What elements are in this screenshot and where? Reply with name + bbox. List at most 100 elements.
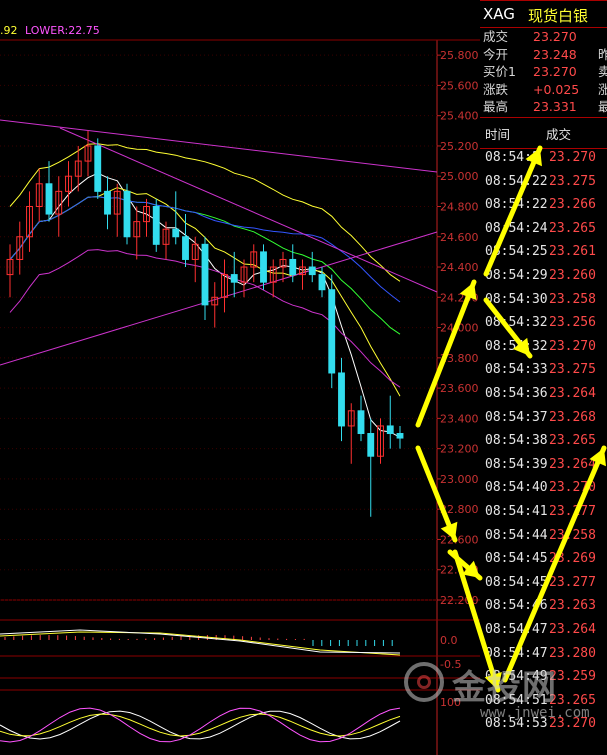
lower-band-label: LOWER:22.75	[25, 24, 100, 37]
quote-extra: 昨	[598, 46, 607, 62]
tick-row[interactable]: 08:54:53 23.270	[480, 712, 607, 736]
tick-row[interactable]: 08:54:25 23.261	[480, 240, 607, 264]
symbol-code: XAG	[483, 5, 515, 23]
tick-time: 08:54:45	[485, 551, 548, 567]
tick-price: 23.264	[549, 622, 596, 637]
tick-time: 08:54:2	[485, 150, 540, 165]
price-tick-label: 24.600	[440, 231, 479, 244]
tick-price: 23.268	[549, 409, 596, 425]
symbol-name: 现货白银	[528, 7, 589, 25]
tick-row[interactable]: 08:54:44 23.258	[480, 524, 607, 548]
tick-row[interactable]: 08:54:49 23.259	[480, 665, 607, 689]
quote-label: 最高	[483, 99, 509, 114]
tick-row[interactable]: 08:54:22 23.275	[480, 170, 607, 194]
price-tick-label: 24.400	[440, 261, 479, 274]
tick-price: 23.256	[549, 315, 596, 331]
macd-signal-line	[0, 631, 401, 656]
trendline-lower	[0, 231, 438, 366]
tick-row[interactable]: 08:54:45 23.277	[480, 571, 607, 595]
price-tick-label: 22.600	[440, 533, 479, 546]
candle-down	[357, 410, 365, 435]
candlesticks	[6, 130, 404, 517]
candle-down	[152, 205, 160, 245]
price-tick-label: 24.200	[440, 291, 479, 304]
price-tick-label: 23.800	[440, 352, 479, 365]
macd-tick-label: 0.0	[440, 634, 458, 647]
quote-value: 23.270	[533, 64, 577, 79]
tick-row[interactable]: 08:54:40 23.270	[480, 476, 607, 500]
trendline-upper	[0, 119, 438, 173]
tick-time: 08:54:47	[485, 645, 548, 661]
tick-price: 23.260	[549, 268, 596, 283]
tick-price: 23.265	[549, 692, 596, 708]
quote-extra: 涨	[598, 81, 607, 97]
tick-row[interactable]: 08:54:39 23.264	[480, 453, 607, 477]
candle-down	[123, 190, 131, 238]
tick-row[interactable]: 08:54:47 23.264	[480, 618, 607, 642]
kdj-tick-label: 100	[440, 696, 461, 709]
quote-label: 买价1	[483, 64, 516, 79]
tick-row[interactable]: 08:54:51 23.265	[480, 689, 607, 713]
price-tick-label: 23.200	[440, 443, 479, 456]
tick-time: 08:54:49	[485, 669, 548, 685]
tick-time: 08:54:47	[485, 622, 548, 637]
tick-row[interactable]: 08:54:33 23.275	[480, 358, 607, 382]
tick-price: 23.270	[549, 480, 596, 496]
tick-price: 23.261	[549, 244, 596, 260]
candle-down	[396, 433, 404, 439]
candle-down	[104, 190, 111, 215]
tick-row[interactable]: 08:54:29 23.260	[480, 264, 607, 288]
candle-down	[201, 243, 209, 306]
quote-value: 23.270	[533, 29, 577, 44]
tick-time: 08:54:51	[485, 692, 548, 708]
chart-grid	[0, 39, 480, 755]
price-tick-label: 25.400	[440, 110, 479, 123]
quote-label: 今开	[483, 46, 509, 62]
tick-row[interactable]: 08:54:24 23.265	[480, 217, 607, 241]
tick-row[interactable]: 08:54:30 23.258	[480, 288, 607, 312]
tick-price: 23.275	[549, 362, 596, 378]
quote-value: +0.025	[533, 81, 580, 97]
candle-down	[45, 183, 53, 215]
price-tick-label: 23.600	[440, 382, 479, 395]
tick-time: 08:54:30	[485, 291, 548, 307]
moving-average-lines	[0, 119, 438, 438]
tick-price: 23.258	[549, 527, 596, 543]
tick-row[interactable]: 08:54:38 23.265	[480, 429, 607, 453]
tick-row[interactable]: 08:54:47 23.280	[480, 642, 607, 666]
tick-row[interactable]: 08:54:32 23.270	[480, 335, 607, 359]
indicator-header: .92 LOWER:22.75	[0, 24, 100, 37]
price-axis: 25.800 25.600 25.400 25.200 25.000 24.800 24.6…	[437, 49, 479, 607]
price-tick-label: 25.600	[440, 79, 479, 92]
indicator-fragment: .92	[0, 24, 18, 37]
tick-row[interactable]: 08:54:32 23.256	[480, 311, 607, 335]
tick-time: 08:54:44	[485, 527, 548, 543]
tick-header-time: 时间	[485, 127, 511, 142]
tick-time: 08:54:46	[485, 598, 548, 614]
price-chart[interactable]: 25.800 25.600 25.400 25.200 25.000 24.800 24.6…	[0, 0, 480, 755]
tick-row[interactable]: 08:54:22 23.266	[480, 193, 607, 217]
tick-price: 23.280	[549, 645, 596, 661]
tick-time: 08:54:39	[485, 456, 548, 472]
indicator-subpanels: 0.0 -0.5 100	[0, 629, 461, 743]
tick-row[interactable]: 08:54:36 23.264	[480, 382, 607, 406]
tick-price: 23.275	[549, 173, 596, 189]
tick-row[interactable]: 08:54:45 23.269	[480, 547, 607, 571]
price-tick-label: 25.000	[440, 170, 479, 183]
tick-time: 08:54:41	[485, 504, 548, 519]
quote-row: 涨跌 +0.025 涨	[480, 81, 607, 98]
tick-time: 08:54:53	[485, 716, 548, 732]
tick-price: 23.259	[549, 669, 596, 685]
tick-row[interactable]: 08:54:46 23.263	[480, 594, 607, 618]
price-tick-label: 24.000	[440, 322, 479, 335]
tick-price: 23.269	[549, 551, 596, 567]
quote-label: 成交	[483, 29, 509, 44]
tick-row[interactable]: 08:54:37 23.268	[480, 406, 607, 430]
candle-down	[230, 274, 238, 283]
tick-time: 08:54:22	[485, 197, 548, 213]
tick-row[interactable]: 08:54:41 23.277	[480, 500, 607, 524]
candle-down	[172, 228, 180, 238]
price-tick-label: 25.800	[440, 49, 479, 62]
quote-title: XAG 现货白银	[480, 0, 607, 28]
tick-row[interactable]: 08:54:2 23.270	[480, 146, 607, 170]
